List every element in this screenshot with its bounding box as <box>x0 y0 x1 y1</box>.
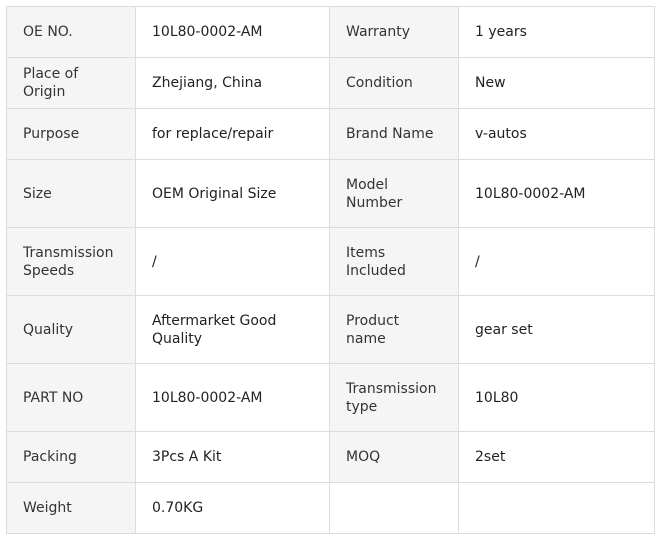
spec-label: Quality <box>6 295 136 364</box>
spec-value: OEM Original Size <box>135 159 330 228</box>
spec-value: New <box>458 57 655 109</box>
spec-value: Aftermarket Good Quality <box>135 295 330 364</box>
spec-value: 0.70KG <box>135 482 330 534</box>
spec-value: 2set <box>458 431 655 483</box>
spec-value: 10L80 <box>458 363 655 432</box>
spec-value: / <box>135 227 330 296</box>
spec-label: OE NO. <box>6 6 136 58</box>
spec-row: Place of Origin Zhejiang, China Conditio… <box>6 57 655 109</box>
spec-row: Weight 0.70KG <box>6 482 655 534</box>
spec-label: PART NO <box>6 363 136 432</box>
spec-label: Transmission type <box>329 363 459 432</box>
spec-label: Purpose <box>6 108 136 160</box>
spec-value: 10L80-0002-AM <box>458 159 655 228</box>
spec-value: for replace/repair <box>135 108 330 160</box>
spec-label: Product name <box>329 295 459 364</box>
spec-row: Size OEM Original Size Model Number 10L8… <box>6 159 655 228</box>
spec-label: Items Included <box>329 227 459 296</box>
spec-value: 1 years <box>458 6 655 58</box>
spec-label: Condition <box>329 57 459 109</box>
spec-empty-cell <box>458 482 655 534</box>
spec-empty-cell <box>329 482 459 534</box>
spec-label: Weight <box>6 482 136 534</box>
spec-value: v-autos <box>458 108 655 160</box>
product-specs-table: OE NO. 10L80-0002-AM Warranty 1 years Pl… <box>6 6 655 534</box>
spec-value: / <box>458 227 655 296</box>
spec-row: Transmission Speeds / Items Included / <box>6 227 655 296</box>
spec-row: Purpose for replace/repair Brand Name v-… <box>6 108 655 160</box>
spec-row: PART NO 10L80-0002-AM Transmission type … <box>6 363 655 432</box>
spec-row: OE NO. 10L80-0002-AM Warranty 1 years <box>6 6 655 58</box>
spec-value: Zhejiang, China <box>135 57 330 109</box>
spec-label: Packing <box>6 431 136 483</box>
spec-label: Transmission Speeds <box>6 227 136 296</box>
spec-label: Model Number <box>329 159 459 228</box>
spec-label: MOQ <box>329 431 459 483</box>
spec-value: 10L80-0002-AM <box>135 6 330 58</box>
spec-row: Packing 3Pcs A Kit MOQ 2set <box>6 431 655 483</box>
spec-label: Warranty <box>329 6 459 58</box>
spec-label: Size <box>6 159 136 228</box>
spec-value: gear set <box>458 295 655 364</box>
spec-label: Brand Name <box>329 108 459 160</box>
spec-value: 3Pcs A Kit <box>135 431 330 483</box>
spec-label: Place of Origin <box>6 57 136 109</box>
spec-value: 10L80-0002-AM <box>135 363 330 432</box>
spec-row: Quality Aftermarket Good Quality Product… <box>6 295 655 364</box>
